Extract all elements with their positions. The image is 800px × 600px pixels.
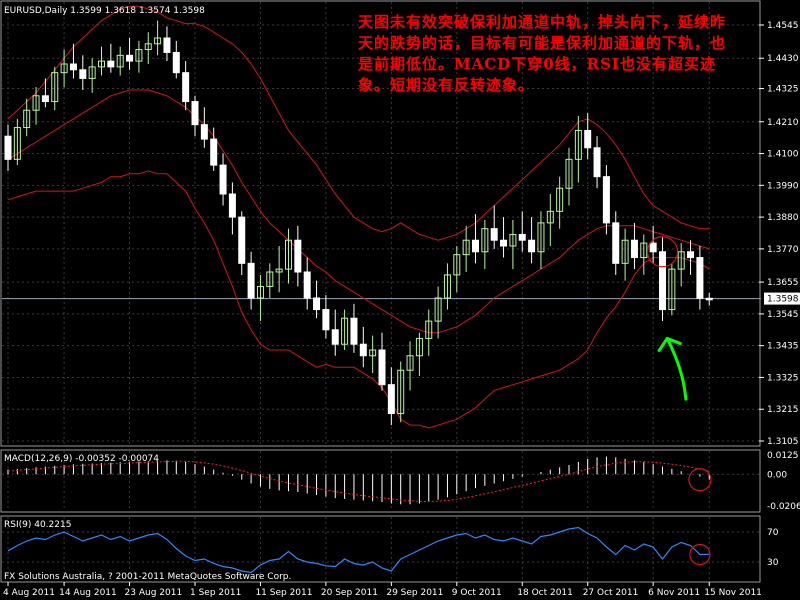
- candle-bearish: [182, 72, 190, 103]
- candle-bearish: [584, 129, 592, 149]
- candle-bearish: [593, 147, 601, 178]
- candle-bearish: [602, 176, 610, 224]
- candle-bearish: [79, 69, 87, 79]
- price-tick-label: 1.3325: [767, 373, 799, 383]
- price-tick-label: 1.3545: [767, 310, 799, 320]
- time-tick-label: 1 Sep 2011: [190, 588, 241, 598]
- candle-bearish: [41, 95, 49, 103]
- price-tick-label: 1.4325: [767, 85, 799, 95]
- candle-bearish: [378, 349, 386, 386]
- candle-bearish: [228, 193, 236, 218]
- price-tick-label: 1.3105: [767, 437, 799, 447]
- candle-bearish: [219, 164, 227, 195]
- rsi-title: RSI(9) 40.2215: [4, 520, 71, 530]
- candle-bearish: [163, 37, 171, 53]
- candle-bearish: [500, 239, 508, 247]
- macd-tick-label: 0.0125: [767, 451, 799, 461]
- candle-bearish: [294, 239, 302, 273]
- candle-bearish: [313, 297, 321, 311]
- price-tick-label: 1.4545: [767, 21, 799, 31]
- candle-bearish: [247, 262, 255, 299]
- candle-bearish: [107, 60, 115, 68]
- candle-bearish: [387, 384, 395, 415]
- price-tick-label: 1.3655: [767, 278, 799, 288]
- time-tick-label: 27 Oct 2011: [583, 588, 639, 598]
- time-tick-label: 6 Nov 2011: [648, 588, 700, 598]
- time-tick-label: 23 Aug 2011: [125, 588, 183, 598]
- candle-bearish: [191, 101, 199, 126]
- price-tick-label: 1.4210: [767, 118, 799, 128]
- candle-bearish: [303, 271, 311, 299]
- price-tick-label: 1.3770: [767, 245, 799, 255]
- candle-bearish: [238, 216, 246, 264]
- price-tick-label: 1.3215: [767, 405, 799, 415]
- current-price-label: 1.3598: [767, 295, 799, 305]
- time-tick-label: 4 Aug 2011: [3, 588, 55, 598]
- price-tick-label: 1.4100: [767, 150, 799, 160]
- macd-title: MACD(12,26,9) -0.00352 -0.00074: [4, 454, 159, 464]
- candle-bearish: [350, 317, 358, 345]
- candle-bearish: [490, 228, 498, 241]
- candle-bearish: [696, 257, 704, 299]
- rsi-tick-label: 30: [767, 558, 779, 568]
- price-tick-label: 1.3435: [767, 342, 799, 352]
- analysis-annotation: 天图未有效突破保利加通道中轨，掉头向下，延续昨天的跌势的话，目标有可能是保利加通…: [358, 13, 727, 94]
- time-tick-label: 11 Sep 2011: [255, 588, 312, 598]
- candle-bearish: [630, 239, 638, 259]
- candle-bearish: [687, 251, 695, 259]
- time-tick-label: 18 Oct 2011: [517, 588, 573, 598]
- candle-bearish: [612, 222, 620, 264]
- candle-bearish: [331, 329, 339, 345]
- macd-tick-label: -0.0206: [767, 502, 800, 512]
- candle-bearish: [359, 343, 367, 357]
- candle-bearish: [528, 239, 536, 253]
- time-tick-label: 15 Nov 2011: [704, 588, 762, 598]
- price-tick-label: 1.4430: [767, 54, 799, 64]
- candle-bearish: [4, 135, 12, 160]
- candle-bearish: [659, 251, 666, 311]
- candle-bearish: [210, 138, 218, 166]
- candle-bearish: [649, 242, 657, 253]
- copyright-text: FX Solutions Australia, ? 2001-2011 Meta…: [4, 572, 291, 582]
- chart-window: 1.4545 1.4430 1.4325 1.4210 1.4100 1.3990 1.38…: [0, 0, 800, 600]
- candle-bearish: [472, 239, 479, 253]
- price-tick-label: 1.3990: [767, 181, 799, 191]
- candle-bearish: [200, 124, 208, 140]
- macd-tick-label: 0.00: [767, 470, 787, 480]
- chart-title: EURUSD,Daily 1.3599 1.3618 1.3574 1.3598: [4, 6, 205, 16]
- candle-bearish: [322, 309, 330, 331]
- candle-bearish: [518, 233, 526, 241]
- time-tick-label: 29 Sep 2011: [386, 588, 443, 598]
- candle-bearish: [172, 51, 180, 74]
- candle-bearish: [69, 63, 77, 71]
- candle-bearish: [126, 54, 134, 62]
- time-tick-label: 9 Oct 2011: [452, 588, 502, 598]
- time-tick-label: 14 Aug 2011: [59, 588, 117, 598]
- price-tick-label: 1.3880: [767, 213, 799, 223]
- time-tick-label: 20 Sep 2011: [321, 588, 378, 598]
- rsi-tick-label: 70: [767, 528, 779, 538]
- candle-bearish: [705, 297, 713, 301]
